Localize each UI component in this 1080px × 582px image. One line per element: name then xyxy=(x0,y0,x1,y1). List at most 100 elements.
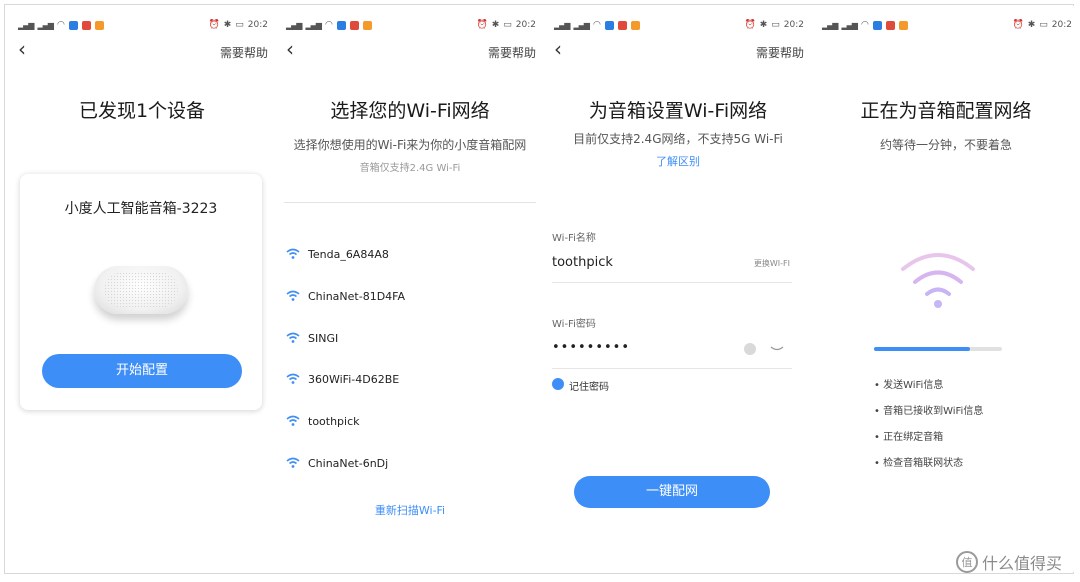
wifi-ssid: Tenda_6A84A8 xyxy=(308,247,389,261)
signal-icon: ▂▄▆ xyxy=(37,20,54,30)
alarm-icon: ⏰ xyxy=(208,20,220,30)
wifi-list-item[interactable]: Tenda_6A84A8 xyxy=(286,244,526,264)
back-icon[interactable]: ‹ xyxy=(554,39,572,59)
panel-device-found: ▂▄▆ ▂▄▆ ◠ ⏰ ✱ ▭ 20:2 ‹ 需要帮助 已发现1个设备 小度人工… xyxy=(8,6,276,572)
watermark: 值 什么值得买 xyxy=(955,550,1062,574)
progress-fill xyxy=(874,347,970,351)
wifi-list-item[interactable]: 360WiFi-4D62BE xyxy=(286,369,526,389)
app-icon xyxy=(604,20,614,30)
signal-icon: ▂▄▆ xyxy=(18,20,35,30)
rescan-wifi-link[interactable]: 重新扫描Wi-Fi xyxy=(276,502,544,518)
bluetooth-icon: ✱ xyxy=(759,20,768,30)
wifi-ssid: SINGI xyxy=(308,331,339,345)
change-wifi-link[interactable]: 更换WI-FI xyxy=(754,258,790,269)
config-step: • 正在绑定音箱 xyxy=(874,432,944,443)
signal-icon: ▂▄▆ xyxy=(305,20,322,30)
speaker-image xyxy=(94,266,188,314)
wifi-icon xyxy=(286,457,300,468)
divider xyxy=(284,202,536,203)
status-bar: ▂▄▆ ▂▄▆ ◠ ⏰ ✱ ▭ 20:2 xyxy=(18,20,268,34)
page-title: 正在为音箱配置网络 xyxy=(860,100,1032,122)
help-link[interactable]: 需要帮助 xyxy=(220,44,268,61)
checkbox-checked-icon[interactable] xyxy=(552,378,564,390)
app-icon xyxy=(362,20,372,30)
app-icon xyxy=(872,20,882,30)
progress-bar xyxy=(874,347,1002,351)
alarm-icon: ⏰ xyxy=(744,20,756,30)
app-icon xyxy=(630,20,640,30)
signal-icon: ▂▄▆ xyxy=(841,20,858,30)
signal-icon: ▂▄▆ xyxy=(286,20,303,30)
wifi-name-label: Wi-Fi名称 xyxy=(552,233,596,244)
app-icon xyxy=(94,20,104,30)
wifi-icon xyxy=(286,290,300,301)
help-link[interactable]: 需要帮助 xyxy=(488,44,536,61)
support-note: 音箱仅支持2.4G Wi-Fi xyxy=(359,163,461,174)
wifi-ssid: ChinaNet-6nDj xyxy=(308,456,389,470)
status-bar: ▂▄▆ ▂▄▆ ◠ ⏰ ✱ ▭ 20:2 xyxy=(822,20,1072,34)
bluetooth-icon: ✱ xyxy=(491,20,500,30)
wifi-ssid: toothpick xyxy=(308,414,360,428)
bluetooth-icon: ✱ xyxy=(223,20,232,30)
wifi-icon xyxy=(286,332,300,343)
wifi-icon xyxy=(286,415,300,426)
signal-icon: ▂▄▆ xyxy=(822,20,839,30)
battery-icon: ▭ xyxy=(771,20,780,30)
config-step: • 检查音箱联网状态 xyxy=(874,458,964,469)
start-config-button[interactable]: 开始配置 xyxy=(42,354,242,388)
alarm-icon: ⏰ xyxy=(1012,20,1024,30)
watermark-text: 什么值得买 xyxy=(981,554,1062,573)
wifi-status-icon: ◠ xyxy=(324,20,333,30)
page-title: 选择您的Wi-Fi网络 xyxy=(330,100,490,122)
wifi-ssid: ChinaNet-81D4FA xyxy=(308,289,406,303)
learn-difference-link[interactable]: 了解区别 xyxy=(544,153,812,169)
wifi-list-item[interactable]: ChinaNet-6nDj xyxy=(286,453,526,473)
bluetooth-icon: ✱ xyxy=(1027,20,1036,30)
status-time: 20:2 xyxy=(515,20,536,30)
app-icon xyxy=(336,20,346,30)
eye-closed-icon[interactable] xyxy=(770,346,784,352)
watermark-logo: 值 xyxy=(955,551,978,573)
battery-icon: ▭ xyxy=(503,20,512,30)
page-subtitle: 选择你想使用的Wi-Fi来为你的小度音箱配网 xyxy=(293,138,527,152)
battery-icon: ▭ xyxy=(235,20,244,30)
back-icon[interactable]: ‹ xyxy=(18,39,36,59)
panel-select-wifi: ▂▄▆ ▂▄▆ ◠ ⏰ ✱ ▭ 20:2 ‹ 需要帮助 选择您的Wi-Fi网络 … xyxy=(276,6,544,572)
wifi-icon xyxy=(286,373,300,384)
page-title: 已发现1个设备 xyxy=(78,100,206,122)
wifi-list-item[interactable]: SINGI xyxy=(286,328,526,348)
page-subtitle: 目前仅支持2.4G网络，不支持5G Wi-Fi xyxy=(573,132,783,146)
wifi-name-field[interactable]: toothpick xyxy=(552,255,613,270)
field-underline xyxy=(552,368,792,369)
app-icon xyxy=(617,20,627,30)
battery-icon: ▭ xyxy=(1039,20,1048,30)
wifi-status-icon: ◠ xyxy=(592,20,601,30)
app-icon xyxy=(885,20,895,30)
page-title: 为音箱设置Wi-Fi网络 xyxy=(588,100,768,122)
alarm-icon: ⏰ xyxy=(476,20,488,30)
panel-set-wifi: ▂▄▆ ▂▄▆ ◠ ⏰ ✱ ▭ 20:2 ‹ 需要帮助 为音箱设置Wi-Fi网络… xyxy=(544,6,812,572)
status-time: 20:2 xyxy=(783,20,804,30)
wifi-list-item[interactable]: ChinaNet-81D4FA xyxy=(286,286,526,306)
signal-icon: ▂▄▆ xyxy=(554,20,571,30)
clear-icon[interactable] xyxy=(744,343,756,355)
one-click-connect-button[interactable]: 一键配网 xyxy=(574,476,770,508)
status-bar: ▂▄▆ ▂▄▆ ◠ ⏰ ✱ ▭ 20:2 xyxy=(554,20,804,34)
signal-icon: ▂▄▆ xyxy=(573,20,590,30)
app-icon xyxy=(81,20,91,30)
wifi-status-icon: ◠ xyxy=(56,20,65,30)
wifi-icon xyxy=(286,248,300,259)
app-icon xyxy=(898,20,908,30)
app-icon xyxy=(349,20,359,30)
wifi-list-item[interactable]: toothpick xyxy=(286,411,526,431)
wifi-password-field[interactable]: ••••••••• xyxy=(552,340,630,355)
wifi-password-label: Wi-Fi密码 xyxy=(552,319,596,330)
back-icon[interactable]: ‹ xyxy=(286,39,304,59)
help-link[interactable]: 需要帮助 xyxy=(756,44,804,61)
wifi-status-icon: ◠ xyxy=(860,20,869,30)
status-time: 20:2 xyxy=(247,20,268,30)
config-step: • 音箱已接收到WiFi信息 xyxy=(874,406,984,417)
wifi-signal-large-icon xyxy=(901,253,975,308)
page-subtitle: 约等待一分钟，不要着急 xyxy=(879,138,1012,152)
remember-password-label: 记住密码 xyxy=(569,382,609,393)
